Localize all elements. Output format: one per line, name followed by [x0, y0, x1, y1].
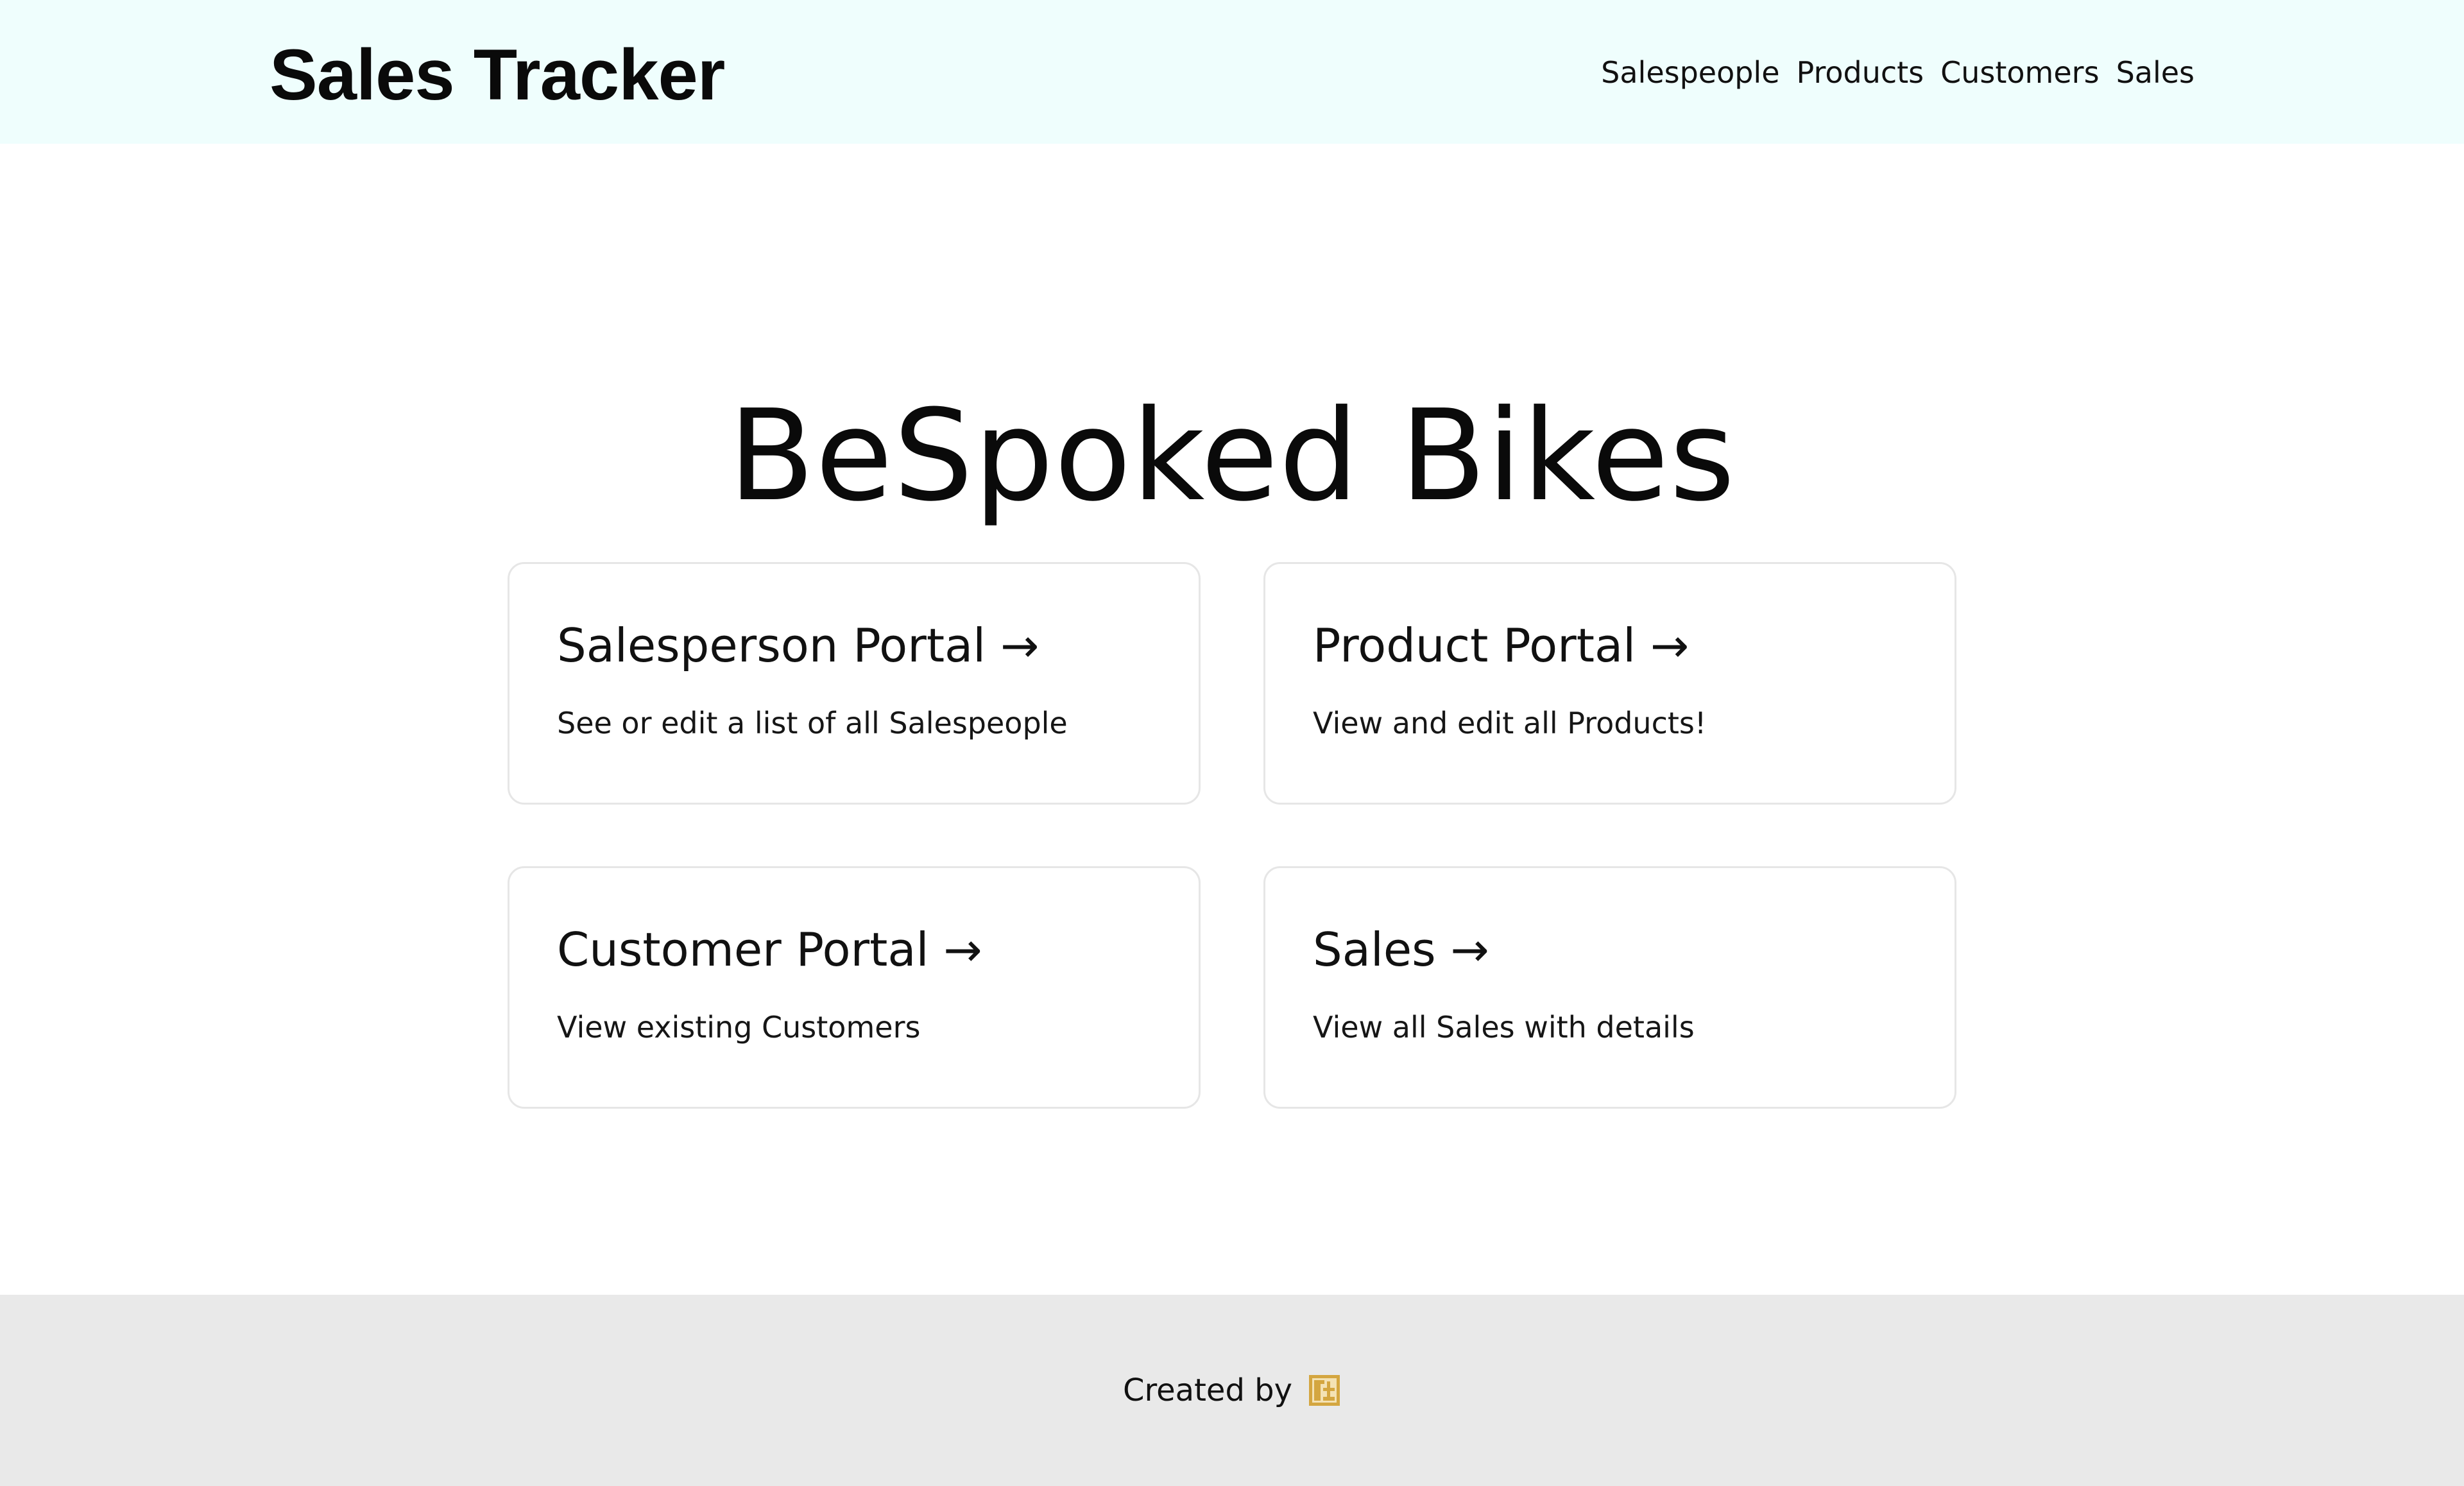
card-title: Sales → — [1313, 923, 1489, 977]
portal-card-grid: Salesperson Portal → See or edit a list … — [508, 562, 1956, 1109]
nav-link-products[interactable]: Products — [1797, 50, 1924, 95]
top-navbar: Sales Tracker Salespeople Products Custo… — [0, 0, 2464, 144]
customer-portal-card[interactable]: Customer Portal → View existing Customer… — [508, 866, 1201, 1109]
footer: Created by — [0, 1295, 2464, 1486]
card-description: View all Sales with details — [1313, 1010, 1695, 1045]
created-by-text: Created by — [1122, 1372, 1293, 1408]
nav-link-customers[interactable]: Customers — [1940, 50, 2099, 95]
nav-link-salespeople[interactable]: Salespeople — [1601, 50, 1779, 95]
creator-logo-icon[interactable] — [1308, 1374, 1341, 1407]
brand-title[interactable]: Sales Tracker — [270, 33, 725, 117]
product-portal-card[interactable]: Product Portal → View and edit all Produ… — [1263, 562, 1956, 805]
sales-card[interactable]: Sales → View all Sales with details — [1263, 866, 1956, 1109]
nav-link-sales[interactable]: Sales — [2116, 50, 2194, 95]
card-title: Customer Portal → — [557, 923, 982, 977]
card-title: Salesperson Portal → — [557, 619, 1040, 672]
page-title: BeSpoked Bikes — [728, 383, 1736, 530]
salesperson-portal-card[interactable]: Salesperson Portal → See or edit a list … — [508, 562, 1201, 805]
page: Sales Tracker Salespeople Products Custo… — [0, 0, 2464, 1486]
card-description: View existing Customers — [557, 1010, 921, 1045]
main-nav: Salespeople Products Customers Sales — [1601, 50, 2194, 95]
footer-credit: Created by — [0, 1370, 2464, 1411]
card-description: See or edit a list of all Salespeople — [557, 706, 1068, 740]
card-title: Product Portal → — [1313, 619, 1690, 672]
card-description: View and edit all Products! — [1313, 706, 1707, 740]
